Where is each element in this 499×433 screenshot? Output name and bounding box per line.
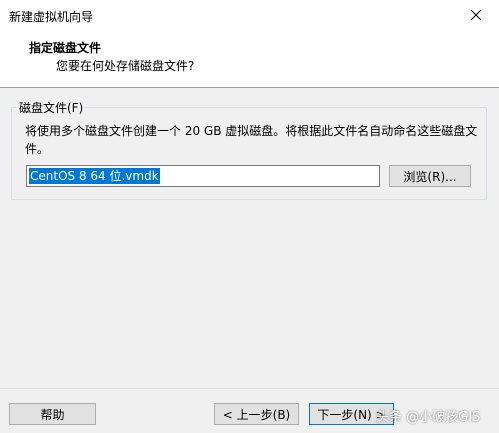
disk-file-group-label: 磁盘文件(F)	[17, 99, 86, 116]
watermark-text: 头条 @小破孩GIS	[376, 410, 481, 425]
back-button[interactable]: < 上一步(B)	[214, 403, 299, 425]
disk-filename-text: CentOS 8 64 位.vmdk	[29, 168, 160, 184]
browse-button[interactable]: 浏览(R)...	[389, 165, 471, 187]
footer-divider	[0, 388, 499, 389]
wizard-header: 指定磁盘文件 您要在何处存储磁盘文件?	[0, 30, 499, 88]
close-icon	[470, 9, 482, 21]
page-subtitle: 您要在何处存储磁盘文件?	[56, 59, 195, 73]
help-button[interactable]: 帮助	[9, 403, 96, 425]
close-button[interactable]	[453, 0, 499, 30]
page-title: 指定磁盘文件	[29, 41, 102, 55]
disk-filename-input[interactable]: CentOS 8 64 位.vmdk	[26, 165, 380, 187]
title-bar: 新建虚拟机向导	[0, 0, 499, 30]
window-title: 新建虚拟机向导	[9, 10, 94, 24]
disk-file-description: 将使用多个磁盘文件创建一个 20 GB 虚拟磁盘。将根据此文件名自动命名这些磁盘…	[25, 124, 478, 156]
